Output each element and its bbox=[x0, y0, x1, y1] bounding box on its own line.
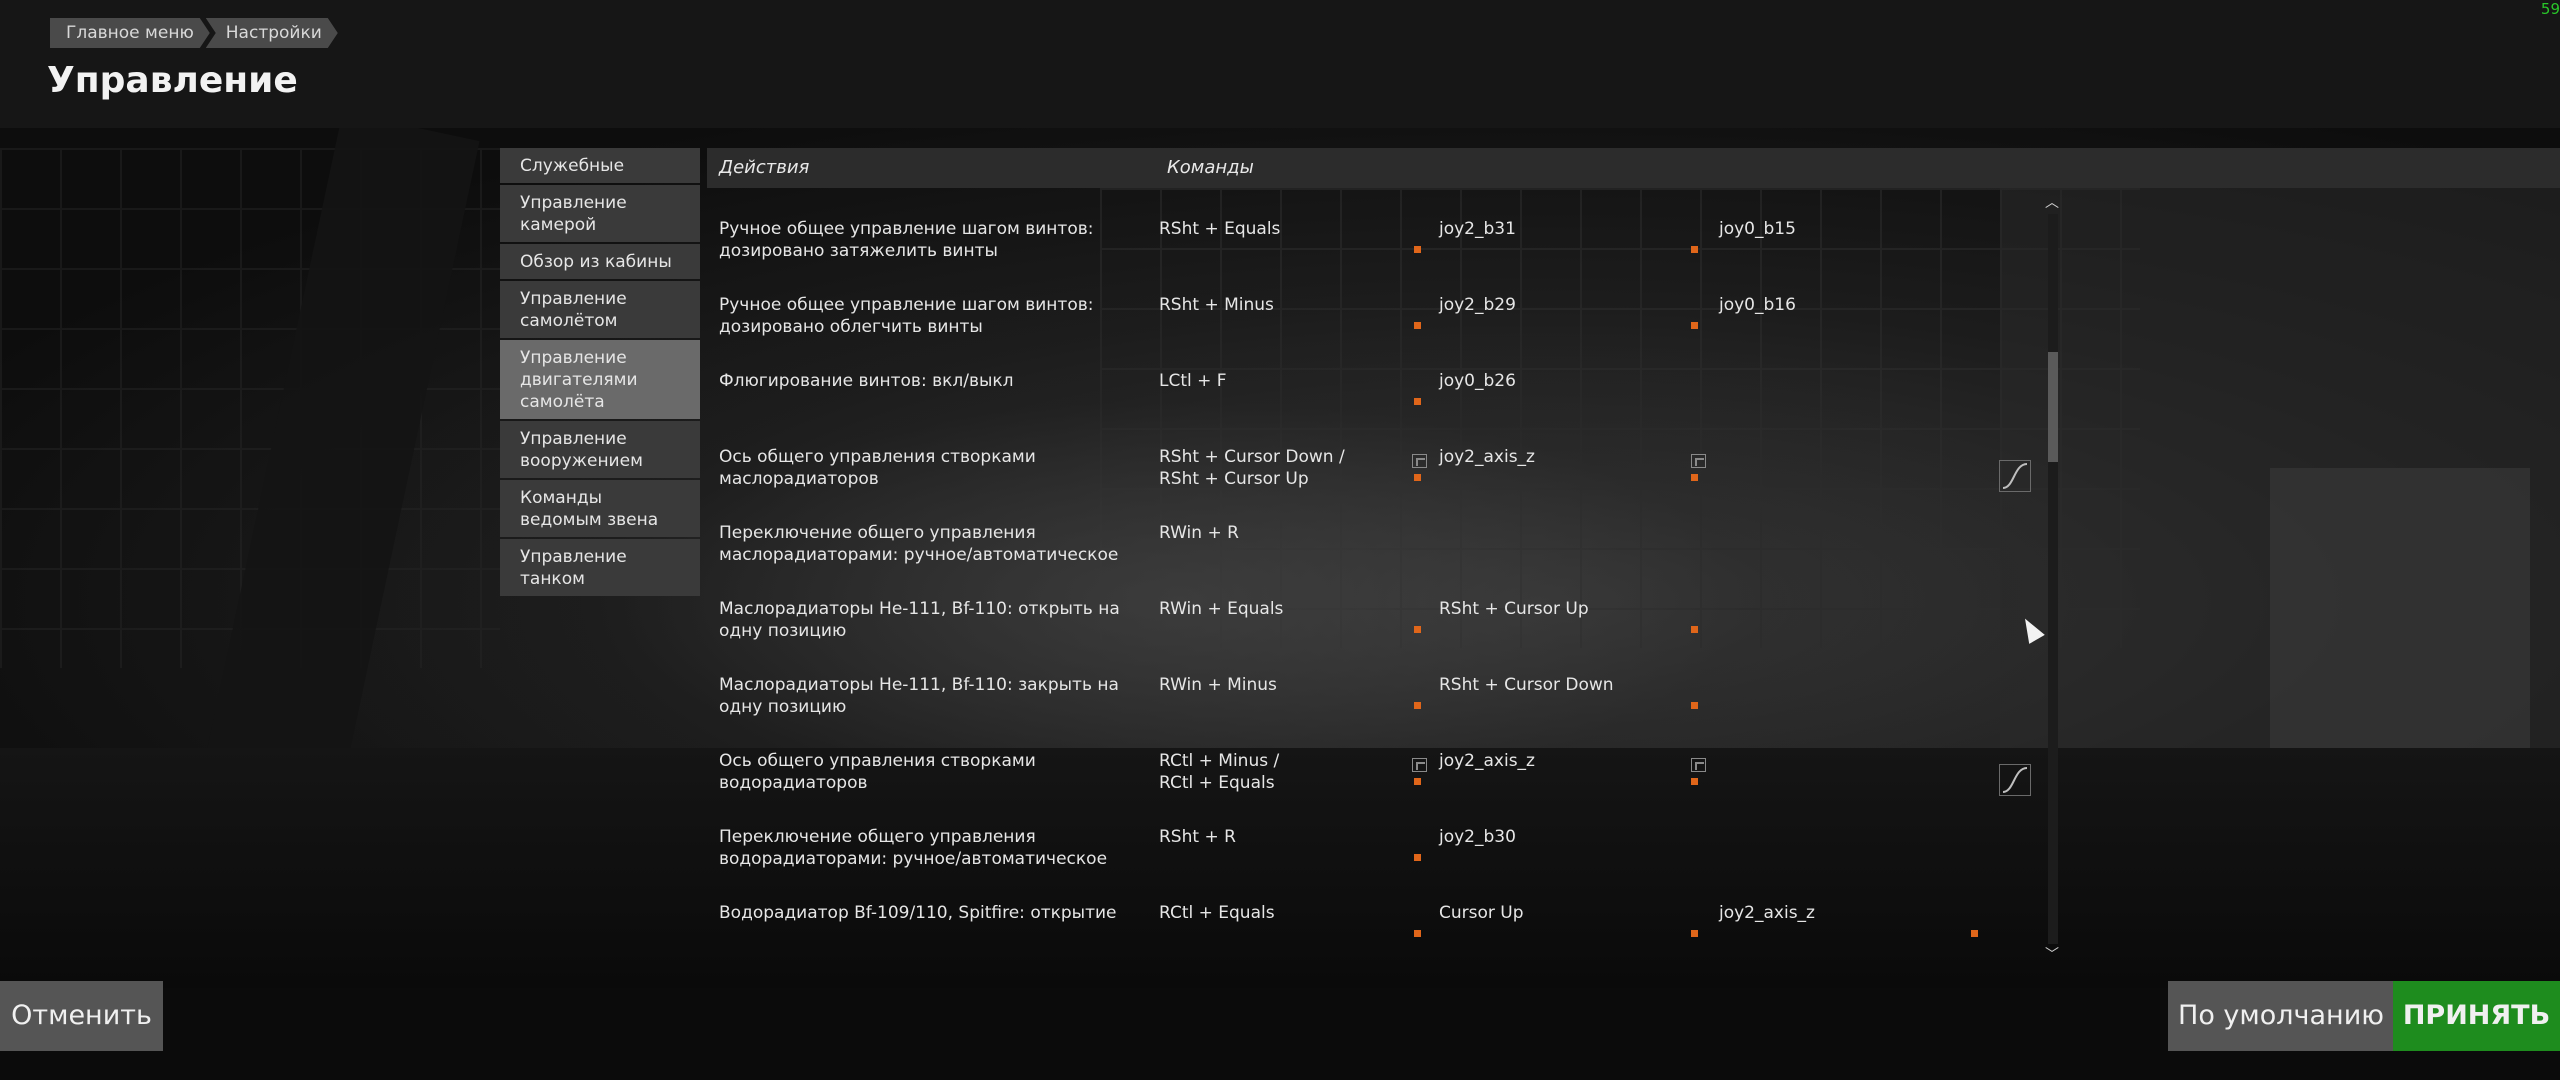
binding-slot-2[interactable]: joy2_b31 bbox=[1439, 218, 1679, 240]
column-header-actions: Действия bbox=[707, 148, 1159, 188]
modified-marker-icon bbox=[1691, 930, 1698, 937]
scroll-down-icon[interactable]: ﹀ bbox=[2044, 948, 2060, 962]
action-label: Флюгирование винтов: вкл/выкл bbox=[719, 371, 1014, 391]
category-item[interactable]: Управление камерой bbox=[500, 185, 700, 242]
action-label: Ось общего управления створками водоради… bbox=[719, 751, 1036, 793]
modified-marker-icon bbox=[1691, 626, 1698, 633]
binding-slot-3[interactable]: joy0_b15 bbox=[1719, 218, 1959, 240]
action-label: Переключение общего управления маслоради… bbox=[719, 523, 1119, 565]
bindings-table: Ручное общее управление шагом винтов: до… bbox=[707, 196, 2067, 964]
header: Главное меню Настройки Управление 59 bbox=[0, 0, 2560, 128]
modified-marker-icon bbox=[1691, 322, 1698, 329]
binding-slot-2[interactable]: joy2_b30 bbox=[1439, 826, 1679, 848]
binding-slot-2[interactable]: Cursor Up bbox=[1439, 902, 1679, 924]
binding-slot-1[interactable]: LCtl + F bbox=[1159, 370, 1409, 392]
scrollbar[interactable]: ︿ ﹀ bbox=[2044, 196, 2060, 962]
default-button[interactable]: По умолчанию bbox=[2168, 981, 2394, 1051]
response-curve-icon[interactable] bbox=[1999, 764, 2031, 796]
modified-marker-icon bbox=[1414, 398, 1421, 405]
modified-marker-icon bbox=[1414, 854, 1421, 861]
action-label: Ось общего управления створками маслорад… bbox=[719, 447, 1036, 489]
cancel-button[interactable]: Отменить bbox=[0, 981, 163, 1051]
table-row[interactable]: Ручное общее управление шагом винтов: до… bbox=[707, 272, 2067, 348]
accept-button[interactable]: ПРИНЯТЬ bbox=[2393, 981, 2560, 1051]
binding-slot-1[interactable]: RSht + R bbox=[1159, 826, 1409, 848]
binding-slot-1[interactable]: RWin + R bbox=[1159, 522, 1409, 544]
binding-slot-1[interactable]: RSht + Cursor Down / RSht + Cursor Up bbox=[1159, 446, 1409, 490]
category-item[interactable]: Команды ведомым звена bbox=[500, 480, 700, 537]
binding-slot-1[interactable]: RWin + Equals bbox=[1159, 598, 1409, 620]
binding-slot-1[interactable]: RWin + Minus bbox=[1159, 674, 1409, 696]
table-row[interactable]: Переключение общего управления водорадиа… bbox=[707, 804, 2067, 880]
binding-slot-2[interactable]: joy2_axis_z bbox=[1439, 446, 1679, 468]
binding-slot-1[interactable]: RCtl + Equals bbox=[1159, 902, 1409, 924]
modified-marker-icon bbox=[1414, 474, 1421, 481]
modified-marker-icon bbox=[1414, 930, 1421, 937]
action-label: Маслорадиаторы He-111, Bf-110: открыть н… bbox=[719, 599, 1120, 641]
modified-marker-icon bbox=[1414, 246, 1421, 253]
category-item[interactable]: Управление самолётом bbox=[500, 281, 700, 338]
modified-marker-icon bbox=[1691, 778, 1698, 785]
table-row[interactable]: Переключение общего управления маслоради… bbox=[707, 500, 2067, 576]
binding-slot-2[interactable]: joy2_axis_z bbox=[1439, 750, 1679, 772]
modified-marker-icon bbox=[1414, 626, 1421, 633]
table-row[interactable]: Ось общего управления створками маслорад… bbox=[707, 424, 2067, 500]
binding-slot-2[interactable]: joy0_b26 bbox=[1439, 370, 1679, 392]
table-row[interactable]: Маслорадиаторы He-111, Bf-110: закрыть н… bbox=[707, 652, 2067, 728]
table-row[interactable]: Флюгирование винтов: вкл/выкл LCtl + F joy… bbox=[707, 348, 2067, 424]
category-list: Служебные Управление камерой Обзор из каби… bbox=[500, 148, 700, 598]
binding-slot-2[interactable]: joy2_b29 bbox=[1439, 294, 1679, 316]
breadcrumb-main-menu[interactable]: Главное меню bbox=[50, 18, 210, 48]
action-label: Водорадиатор Bf-109/110, Spitfire: откры… bbox=[719, 903, 1117, 923]
breadcrumb: Главное меню Настройки bbox=[50, 18, 342, 48]
category-item[interactable]: Служебные bbox=[500, 148, 700, 183]
action-label: Ручное общее управление шагом винтов: до… bbox=[719, 219, 1094, 261]
binding-slot-2[interactable]: RSht + Cursor Down bbox=[1439, 674, 1679, 696]
binding-slot-3[interactable]: joy0_b16 bbox=[1719, 294, 1959, 316]
category-item[interactable]: Управление двигателями самолёта bbox=[500, 340, 700, 419]
modified-marker-icon bbox=[1414, 322, 1421, 329]
binding-slot-1[interactable]: RSht + Equals bbox=[1159, 218, 1409, 240]
axis-settings-icon[interactable] bbox=[1691, 454, 1706, 468]
table-row[interactable]: Водорадиатор Bf-109/110, Spitfire: закры… bbox=[707, 956, 2067, 964]
scroll-thumb[interactable] bbox=[2048, 352, 2058, 462]
binding-slot-2[interactable]: RSht + Cursor Up bbox=[1439, 598, 1679, 620]
modified-marker-icon bbox=[1691, 702, 1698, 709]
modified-marker-icon bbox=[1414, 702, 1421, 709]
category-item[interactable]: Управление танком bbox=[500, 539, 700, 596]
column-header-commands: Команды bbox=[1155, 148, 2560, 188]
table-row[interactable]: Водорадиатор Bf-109/110, Spitfire: откры… bbox=[707, 880, 2067, 956]
modified-marker-icon bbox=[1691, 246, 1698, 253]
fps-counter: 59 bbox=[2540, 0, 2560, 18]
table-row[interactable]: Ручное общее управление шагом винтов: до… bbox=[707, 196, 2067, 272]
page-title: Управление bbox=[47, 60, 298, 101]
axis-settings-icon[interactable] bbox=[1691, 758, 1706, 772]
action-label: Ручное общее управление шагом винтов: до… bbox=[719, 295, 1094, 337]
binding-slot-1[interactable]: RSht + Minus bbox=[1159, 294, 1409, 316]
scroll-track[interactable] bbox=[2048, 214, 2058, 944]
binding-slot-1[interactable]: RCtl + Minus / RCtl + Equals bbox=[1159, 750, 1409, 794]
modified-marker-icon bbox=[1691, 474, 1698, 481]
axis-settings-icon[interactable] bbox=[1412, 454, 1427, 468]
scroll-up-icon[interactable]: ︿ bbox=[2044, 196, 2060, 210]
category-item[interactable]: Обзор из кабины bbox=[500, 244, 700, 279]
breadcrumb-settings[interactable]: Настройки bbox=[206, 18, 338, 48]
table-row[interactable]: Маслорадиаторы He-111, Bf-110: открыть н… bbox=[707, 576, 2067, 652]
table-row[interactable]: Ось общего управления створками водоради… bbox=[707, 728, 2067, 804]
binding-slot-3[interactable]: joy2_axis_z bbox=[1719, 902, 1959, 924]
category-item[interactable]: Управление вооружением bbox=[500, 421, 700, 478]
axis-settings-icon[interactable] bbox=[1412, 758, 1427, 772]
action-label: Переключение общего управления водорадиа… bbox=[719, 827, 1108, 869]
modified-marker-icon bbox=[1414, 778, 1421, 785]
modified-marker-icon bbox=[1971, 930, 1978, 937]
action-label: Маслорадиаторы He-111, Bf-110: закрыть н… bbox=[719, 675, 1119, 717]
response-curve-icon[interactable] bbox=[1999, 460, 2031, 492]
